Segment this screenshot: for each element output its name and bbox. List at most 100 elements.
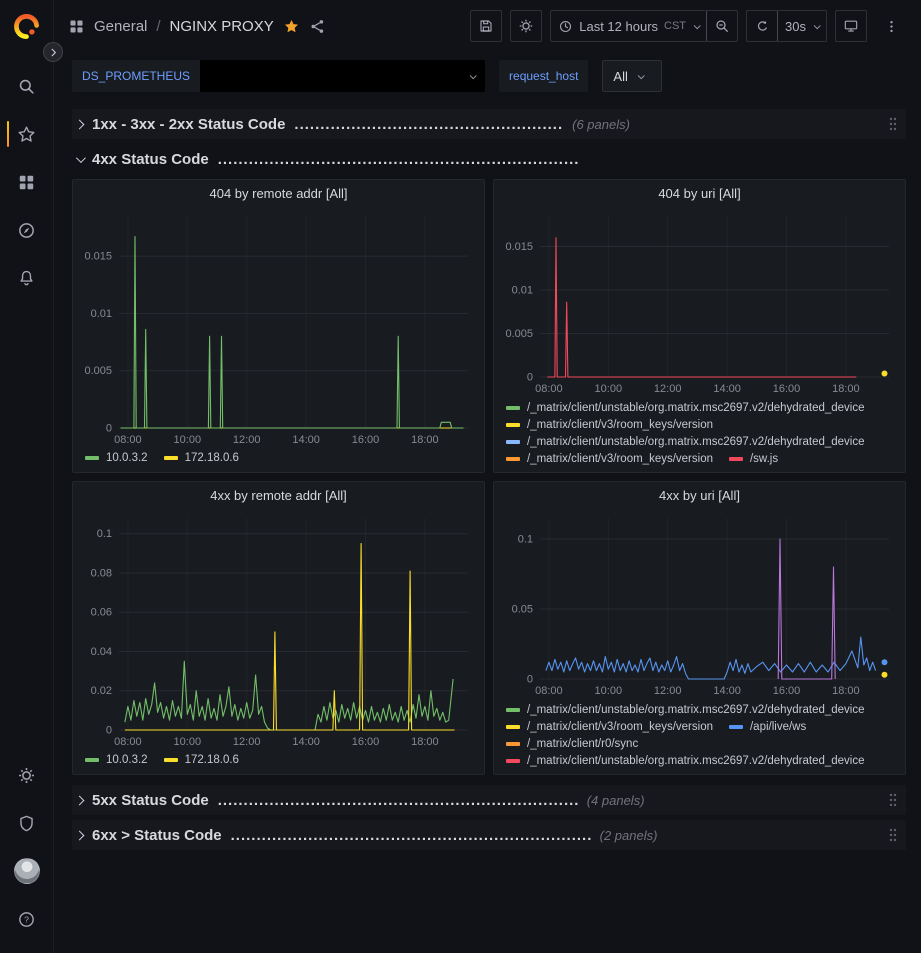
legend-item[interactable]: /_matrix/client/r0/sync (506, 736, 638, 752)
apps-icon (68, 18, 85, 35)
legend-swatch (164, 758, 178, 762)
row-title: 5xx Status Code (92, 792, 209, 809)
time-range-picker[interactable]: Last 12 hours CST (550, 10, 707, 42)
svg-text:0: 0 (106, 423, 112, 435)
legend-swatch (506, 742, 520, 746)
sidebar-item-search[interactable] (5, 64, 49, 108)
legend-item[interactable]: 172.18.0.6 (164, 450, 239, 466)
row-drag-handle-icon[interactable] (888, 827, 898, 843)
legend-item[interactable]: 172.18.0.6 (164, 752, 239, 768)
svg-text:0.015: 0.015 (84, 251, 112, 263)
refresh-button[interactable] (746, 10, 778, 42)
favorite-star-icon[interactable] (283, 18, 300, 35)
svg-text:?: ? (24, 914, 29, 924)
legend-item[interactable]: /_matrix/client/unstable/org.matrix.msc2… (506, 400, 865, 416)
request-host-label[interactable]: request_host (499, 60, 588, 92)
legend-item[interactable]: /api/live/ws (729, 719, 806, 735)
sidebar-item-starred[interactable] (5, 112, 49, 156)
legend-swatch (506, 406, 520, 410)
panel-chart[interactable]: 00.020.040.060.080.108:0010:0012:0014:00… (73, 508, 484, 750)
sidebar-item-profile[interactable] (5, 849, 49, 893)
legend-swatch (85, 758, 99, 762)
svg-text:0.015: 0.015 (505, 241, 533, 253)
datasource-select[interactable] (200, 60, 485, 92)
svg-text:0.1: 0.1 (97, 528, 112, 540)
svg-text:0.02: 0.02 (91, 685, 112, 697)
row-5xx[interactable]: 5xx Status Code ........................… (72, 785, 906, 815)
legend-label: /_matrix/client/unstable/org.matrix.msc2… (527, 434, 865, 450)
panel-chart[interactable]: 00.050.108:0010:0012:0014:0016:0018:00 (494, 508, 905, 700)
zoom-out-button[interactable] (706, 10, 738, 42)
sidebar-bottom: ? (5, 751, 49, 943)
legend-label: 172.18.0.6 (185, 752, 239, 768)
sidebar-item-explore[interactable] (5, 208, 49, 252)
legend-item[interactable]: /_matrix/client/unstable/org.matrix.msc2… (506, 434, 865, 450)
sidebar-item-alerting[interactable] (5, 256, 49, 300)
row-panel-count: (6 panels) (572, 117, 630, 132)
refresh-interval-picker[interactable]: 30s (777, 10, 827, 42)
grafana-logo-icon[interactable] (7, 8, 47, 44)
sidebar-item-help[interactable]: ? (5, 897, 49, 941)
legend-label: /sw.js (750, 451, 778, 467)
breadcrumb-title[interactable]: NGINX PROXY (170, 18, 274, 35)
legend-label: 172.18.0.6 (185, 450, 239, 466)
row-drag-handle-icon[interactable] (888, 792, 898, 808)
dashboard-settings-button[interactable] (510, 10, 542, 42)
panel-legend: /_matrix/client/unstable/org.matrix.msc2… (494, 700, 905, 774)
svg-text:14:00: 14:00 (292, 434, 320, 446)
row-title-dots: ........................................… (218, 792, 578, 809)
svg-text:18:00: 18:00 (411, 434, 439, 446)
legend-item[interactable]: /sw.js (729, 451, 778, 467)
sidebar-item-server-admin[interactable] (5, 801, 49, 845)
sidebar-expand-button[interactable] (43, 42, 63, 62)
row-6xx[interactable]: 6xx > Status Code ......................… (72, 820, 906, 850)
svg-text:08:00: 08:00 (535, 685, 563, 697)
svg-text:0: 0 (527, 674, 533, 686)
svg-text:18:00: 18:00 (832, 685, 860, 697)
row-drag-handle-icon[interactable] (888, 116, 898, 132)
request-host-select-wrap: All (602, 60, 662, 92)
svg-text:08:00: 08:00 (114, 434, 142, 446)
legend-item[interactable]: /_matrix/client/unstable/org.matrix.msc2… (506, 702, 865, 718)
panel-chart[interactable]: 00.0050.010.01508:0010:0012:0014:0016:00… (494, 206, 905, 398)
svg-text:0.04: 0.04 (91, 646, 112, 658)
request-host-select[interactable]: All (602, 60, 662, 92)
sidebar-item-dashboards[interactable] (5, 160, 49, 204)
time-range-label: Last 12 hours (579, 19, 658, 34)
legend-item[interactable]: 10.0.3.2 (85, 752, 148, 768)
filter-bar: DS_PROMETHEUS request_host All (54, 52, 921, 102)
datasource-label[interactable]: DS_PROMETHEUS (72, 60, 200, 92)
panel-title[interactable]: 404 by uri [All] (494, 180, 905, 206)
row-4xx[interactable]: 4xx Status Code ........................… (72, 144, 906, 174)
chevron-down-icon (470, 72, 477, 79)
legend-item[interactable]: /_matrix/client/v3/room_keys/version (506, 719, 713, 735)
legend-item[interactable]: 10.0.3.2 (85, 450, 148, 466)
help-icon: ? (17, 910, 36, 929)
svg-text:18:00: 18:00 (832, 383, 860, 395)
row-panel-count: (4 panels) (587, 793, 645, 808)
sidebar: ? (0, 0, 54, 953)
save-dashboard-button[interactable] (470, 10, 502, 42)
legend-label: 10.0.3.2 (106, 752, 148, 768)
breadcrumb-section[interactable]: General (94, 18, 147, 35)
legend-item[interactable]: /_matrix/client/v3/room_keys/version (506, 451, 713, 467)
gear-icon (17, 766, 36, 785)
panel-chart[interactable]: 00.0050.010.01508:0010:0012:0014:0016:00… (73, 206, 484, 448)
row-1xx-3xx-2xx[interactable]: 1xx - 3xx - 2xx Status Code ............… (72, 109, 906, 139)
share-icon[interactable] (309, 18, 326, 35)
legend-swatch (506, 440, 520, 444)
svg-text:08:00: 08:00 (114, 736, 142, 748)
panel-title[interactable]: 4xx by remote addr [All] (73, 482, 484, 508)
panel-title[interactable]: 404 by remote addr [All] (73, 180, 484, 206)
kebab-menu-button[interactable] (875, 10, 907, 42)
zoom-out-icon (714, 18, 730, 34)
panel-title[interactable]: 4xx by uri [All] (494, 482, 905, 508)
legend-item[interactable]: /_matrix/client/v3/room_keys/version (506, 417, 713, 433)
legend-label: /api/live/ws (750, 719, 806, 735)
tv-mode-button[interactable] (835, 10, 867, 42)
sidebar-item-configuration[interactable] (5, 753, 49, 797)
kebab-icon (884, 19, 899, 34)
row-title-dots: ........................................… (294, 116, 563, 133)
legend-item[interactable]: /_matrix/client/unstable/org.matrix.msc2… (506, 753, 865, 769)
bell-icon (17, 269, 36, 288)
